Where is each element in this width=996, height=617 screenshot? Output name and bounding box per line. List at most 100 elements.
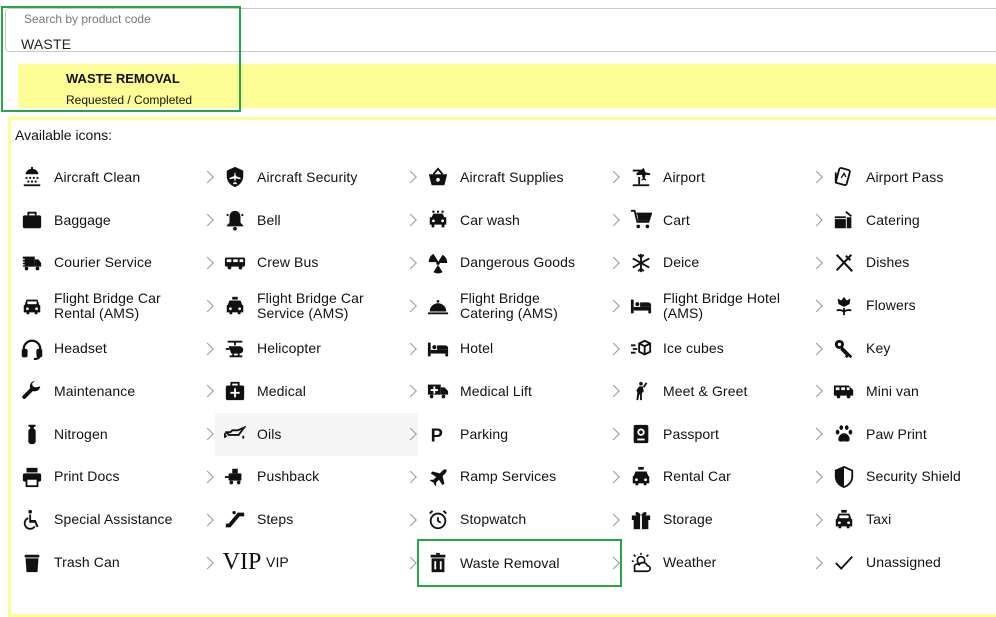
icon-tile[interactable]: Unassigned	[824, 541, 996, 584]
icon-label: Pushback	[257, 468, 320, 485]
icon-tile[interactable]: Deice	[621, 242, 824, 285]
chevron-right-icon	[607, 385, 620, 398]
chevron-right-icon	[201, 171, 214, 184]
icon-tile[interactable]: Print Docs	[12, 456, 215, 499]
chevron-right-icon	[201, 385, 214, 398]
bus-icon	[222, 250, 248, 276]
icon-label: Dangerous Goods	[460, 254, 576, 271]
chevron-right-icon	[404, 256, 417, 270]
rental-car-icon	[628, 464, 654, 490]
icon-tile[interactable]: Key	[824, 327, 996, 370]
icon-tile[interactable]: Steps	[215, 498, 418, 541]
icon-tile[interactable]: Storage	[621, 498, 824, 541]
icon-tile[interactable]: Aircraft Clean	[12, 156, 215, 199]
chevron-right-icon	[607, 213, 620, 227]
chevron-right-icon	[607, 171, 620, 184]
paw-icon	[831, 421, 857, 447]
chevron-right-icon	[607, 556, 620, 570]
car-icon	[19, 293, 45, 319]
chevron-right-icon	[607, 513, 620, 527]
icon-label: Mini van	[866, 382, 919, 399]
icon-label: Hotel	[460, 340, 494, 357]
icon-label: Stopwatch	[460, 511, 527, 528]
icon-tile[interactable]: Rental Car	[621, 456, 824, 499]
icon-tile[interactable]: Courier Service	[12, 242, 215, 285]
chevron-right-icon	[810, 513, 823, 527]
icon-label: Airport	[663, 168, 705, 185]
selection-highlight-box	[1, 6, 241, 112]
icon-label: Flight Bridge Car Service (AMS)	[257, 289, 364, 321]
icon-tile[interactable]: P Parking	[418, 413, 621, 456]
flower-icon	[831, 293, 857, 319]
icon-tile[interactable]: Flight Bridge Hotel (AMS)	[621, 284, 824, 327]
icon-tile[interactable]: Special Assistance	[12, 498, 215, 541]
icon-tile[interactable]: Weather	[621, 541, 824, 584]
icon-tile[interactable]: Bell	[215, 199, 418, 242]
security-shield-icon	[831, 464, 857, 490]
van-icon	[831, 378, 857, 404]
icon-label: Car wash	[460, 211, 520, 228]
icon-tile[interactable]: Flight Bridge Car Service (AMS)	[215, 284, 418, 327]
icon-label: Flight Bridge Catering (AMS)	[460, 289, 558, 321]
icon-tile[interactable]: Stopwatch	[418, 498, 621, 541]
icon-tile[interactable]: Ramp Services	[418, 456, 621, 499]
plane-icon	[425, 464, 451, 490]
icon-tile[interactable]: Headset	[12, 327, 215, 370]
icon-tile[interactable]: Mini van	[824, 370, 996, 413]
icon-tile[interactable]: Crew Bus	[215, 242, 418, 285]
icon-tile[interactable]: Taxi	[824, 498, 996, 541]
icon-tile[interactable]: Car wash	[418, 199, 621, 242]
icon-tile[interactable]: Helicopter	[215, 327, 418, 370]
key-icon	[831, 336, 857, 362]
icon-tile[interactable]: Airport	[621, 156, 824, 199]
chevron-right-icon	[810, 470, 823, 484]
icon-tile[interactable]: Medical	[215, 370, 418, 413]
icon-tile[interactable]: Trash Can	[12, 541, 215, 584]
icon-tile[interactable]: Passport	[621, 413, 824, 456]
icon-tile[interactable]: Flowers	[824, 284, 996, 327]
icon-label: Medical Lift	[460, 382, 533, 399]
icon-tile[interactable]: Dishes	[824, 242, 996, 285]
icon-tile[interactable]: Airport Pass	[824, 156, 996, 199]
icon-label: Flight Bridge Car Rental (AMS)	[54, 289, 161, 321]
icon-label: Unassigned	[866, 554, 941, 571]
icon-label: Maintenance	[54, 382, 136, 399]
icon-tile[interactable]: Maintenance	[12, 370, 215, 413]
chevron-right-icon	[404, 556, 417, 569]
icon-tile[interactable]: Catering	[824, 199, 996, 242]
icon-tile[interactable]: Medical Lift	[418, 370, 621, 413]
wrench-icon	[19, 378, 45, 404]
chevron-right-icon	[404, 342, 417, 355]
icon-tile[interactable]: Aircraft Security	[215, 156, 418, 199]
icon-tile[interactable]: Aircraft Supplies	[418, 156, 621, 199]
trash-icon	[19, 550, 45, 576]
icon-label: Baggage	[54, 211, 111, 228]
icon-tile[interactable]: VIP VIP	[215, 541, 418, 584]
chevron-right-icon	[810, 556, 823, 569]
icon-tile[interactable]: Flight Bridge Catering (AMS)	[418, 284, 621, 327]
svg-text:P: P	[431, 425, 443, 446]
icon-tile[interactable]: Dangerous Goods	[418, 242, 621, 285]
icon-tile[interactable]: Hotel	[418, 327, 621, 370]
icon-label: Deice	[663, 254, 700, 271]
wheelchair-icon	[19, 507, 45, 533]
icon-tile[interactable]: Security Shield	[824, 456, 996, 499]
icon-label: Parking	[460, 425, 509, 442]
icon-tile[interactable]: Oils	[215, 412, 418, 456]
icon-tile[interactable]: Meet & Greet	[621, 370, 824, 413]
check-icon	[831, 550, 857, 576]
passport-icon	[628, 421, 654, 447]
icon-label: Medical	[257, 382, 306, 399]
chevron-right-icon	[404, 470, 417, 484]
icon-label: Passport	[663, 425, 720, 442]
icon-tile[interactable]: Flight Bridge Car Rental (AMS)	[12, 284, 215, 327]
icon-tile[interactable]: Baggage	[12, 199, 215, 242]
icon-tile[interactable]: Nitrogen	[12, 413, 215, 456]
icon-tile[interactable]: Ice cubes	[621, 327, 824, 370]
icon-tile[interactable]: Cart	[621, 199, 824, 242]
icon-tile[interactable]: Paw Print	[824, 413, 996, 456]
pass-card-icon	[831, 164, 857, 190]
icon-tile[interactable]: Pushback	[215, 456, 418, 499]
icon-tile[interactable]: Waste Removal	[417, 539, 622, 588]
icon-label: Aircraft Clean	[54, 168, 141, 185]
